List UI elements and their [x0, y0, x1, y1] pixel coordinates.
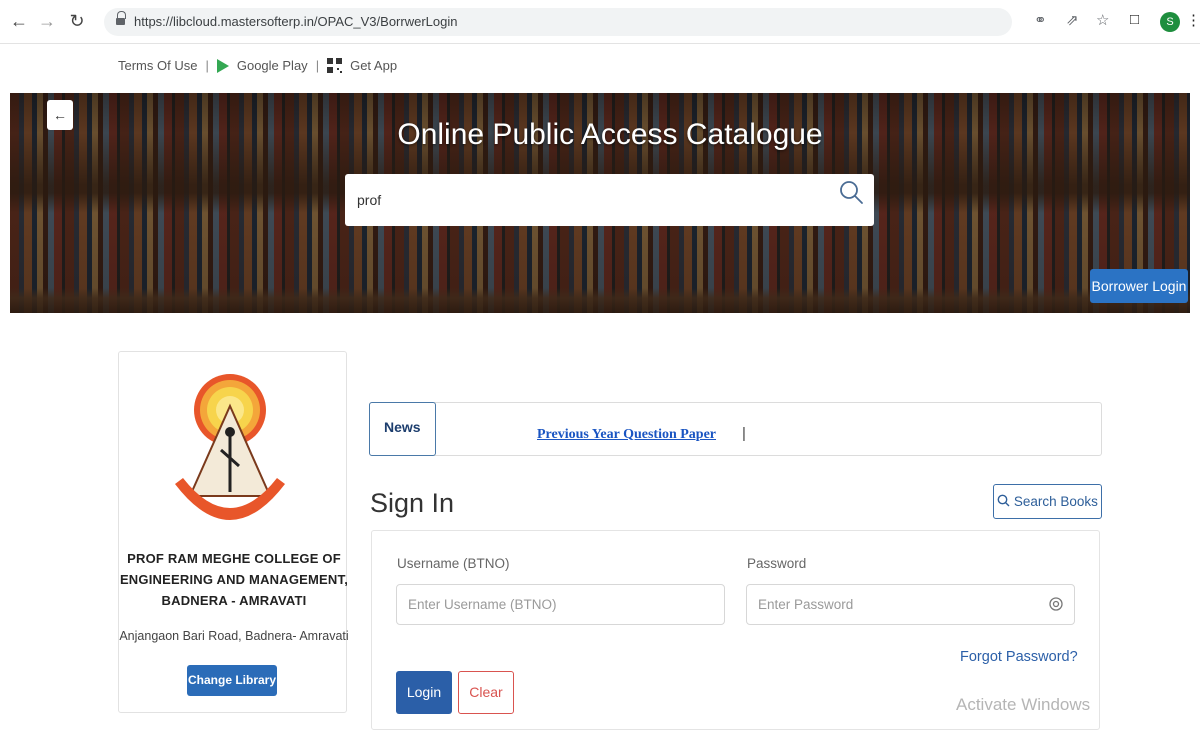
google-play-link[interactable]: Google Play [237, 58, 308, 73]
page-title: Online Public Access Catalogue [397, 118, 823, 151]
search-icon[interactable] [838, 179, 864, 205]
top-links: Terms Of Use | Google Play | Get App [118, 58, 397, 73]
separator: | [205, 58, 209, 73]
profile-avatar[interactable]: S [1160, 12, 1180, 32]
browser-toolbar: ← → ↻ https://libcloud.mastersofterp.in/… [0, 0, 1200, 44]
username-label: Username (BTNO) [397, 556, 510, 571]
eye-icon[interactable] [1048, 596, 1064, 612]
change-library-button[interactable]: Change Library [187, 665, 277, 696]
library-name: PROF RAM MEGHE COLLEGE OF ENGINEERING AN… [118, 548, 350, 611]
clear-button[interactable]: Clear [458, 671, 514, 714]
college-logo [175, 374, 285, 520]
search-input[interactable] [357, 188, 817, 212]
news-bar [369, 402, 1102, 456]
news-label: News [369, 402, 436, 456]
password-input[interactable] [747, 585, 1074, 624]
library-address: Anjangaon Bari Road, Badnera- Amravati [119, 629, 349, 643]
password-field[interactable] [746, 584, 1075, 625]
forward-arrow-icon[interactable]: → [36, 10, 58, 32]
password-label: Password [747, 556, 807, 571]
share-icon[interactable]: ⇗ [1066, 11, 1079, 29]
search-books-button[interactable]: Search Books [993, 484, 1102, 519]
forgot-password-link[interactable]: Forgot Password? [960, 649, 1078, 665]
library-name-line: PROF RAM MEGHE COLLEGE OF [127, 551, 341, 566]
username-input[interactable] [397, 585, 724, 624]
separator: | [315, 58, 320, 73]
catalogue-search[interactable] [345, 174, 874, 226]
username-field[interactable] [396, 584, 725, 625]
get-app-link[interactable]: Get App [350, 58, 397, 73]
sign-in-heading: Sign In [370, 488, 455, 518]
terms-link[interactable]: Terms Of Use [118, 58, 197, 73]
url-text: https://libcloud.mastersofterp.in/OPAC_V… [134, 14, 458, 29]
search-icon [997, 494, 1010, 507]
star-icon[interactable]: ☆ [1096, 11, 1109, 29]
qr-code-icon [327, 58, 343, 73]
address-bar[interactable]: https://libcloud.mastersofterp.in/OPAC_V… [104, 8, 1012, 36]
search-books-label: Search Books [1013, 494, 1098, 509]
activate-windows-watermark: Activate Windows [956, 695, 1091, 714]
borrower-login-button[interactable]: Borrower Login [1090, 269, 1188, 303]
library-name-line: BADNERA - AMRAVATI [161, 593, 307, 608]
side-panel-icon[interactable]: □ [1130, 11, 1139, 28]
back-arrow-icon[interactable]: ← [8, 10, 30, 32]
google-play-icon [216, 58, 229, 73]
login-button[interactable]: Login [396, 671, 452, 714]
lock-icon [116, 11, 126, 26]
reload-icon[interactable]: ↻ [66, 10, 88, 32]
menu-dots-icon[interactable]: ⋮ [1186, 11, 1200, 29]
news-link[interactable]: Previous Year Question Paper [537, 427, 716, 443]
key-icon[interactable]: ⚭ [1034, 11, 1047, 29]
library-name-line: ENGINEERING AND MANAGEMENT, [119, 572, 349, 587]
news-separator: | [742, 425, 746, 442]
